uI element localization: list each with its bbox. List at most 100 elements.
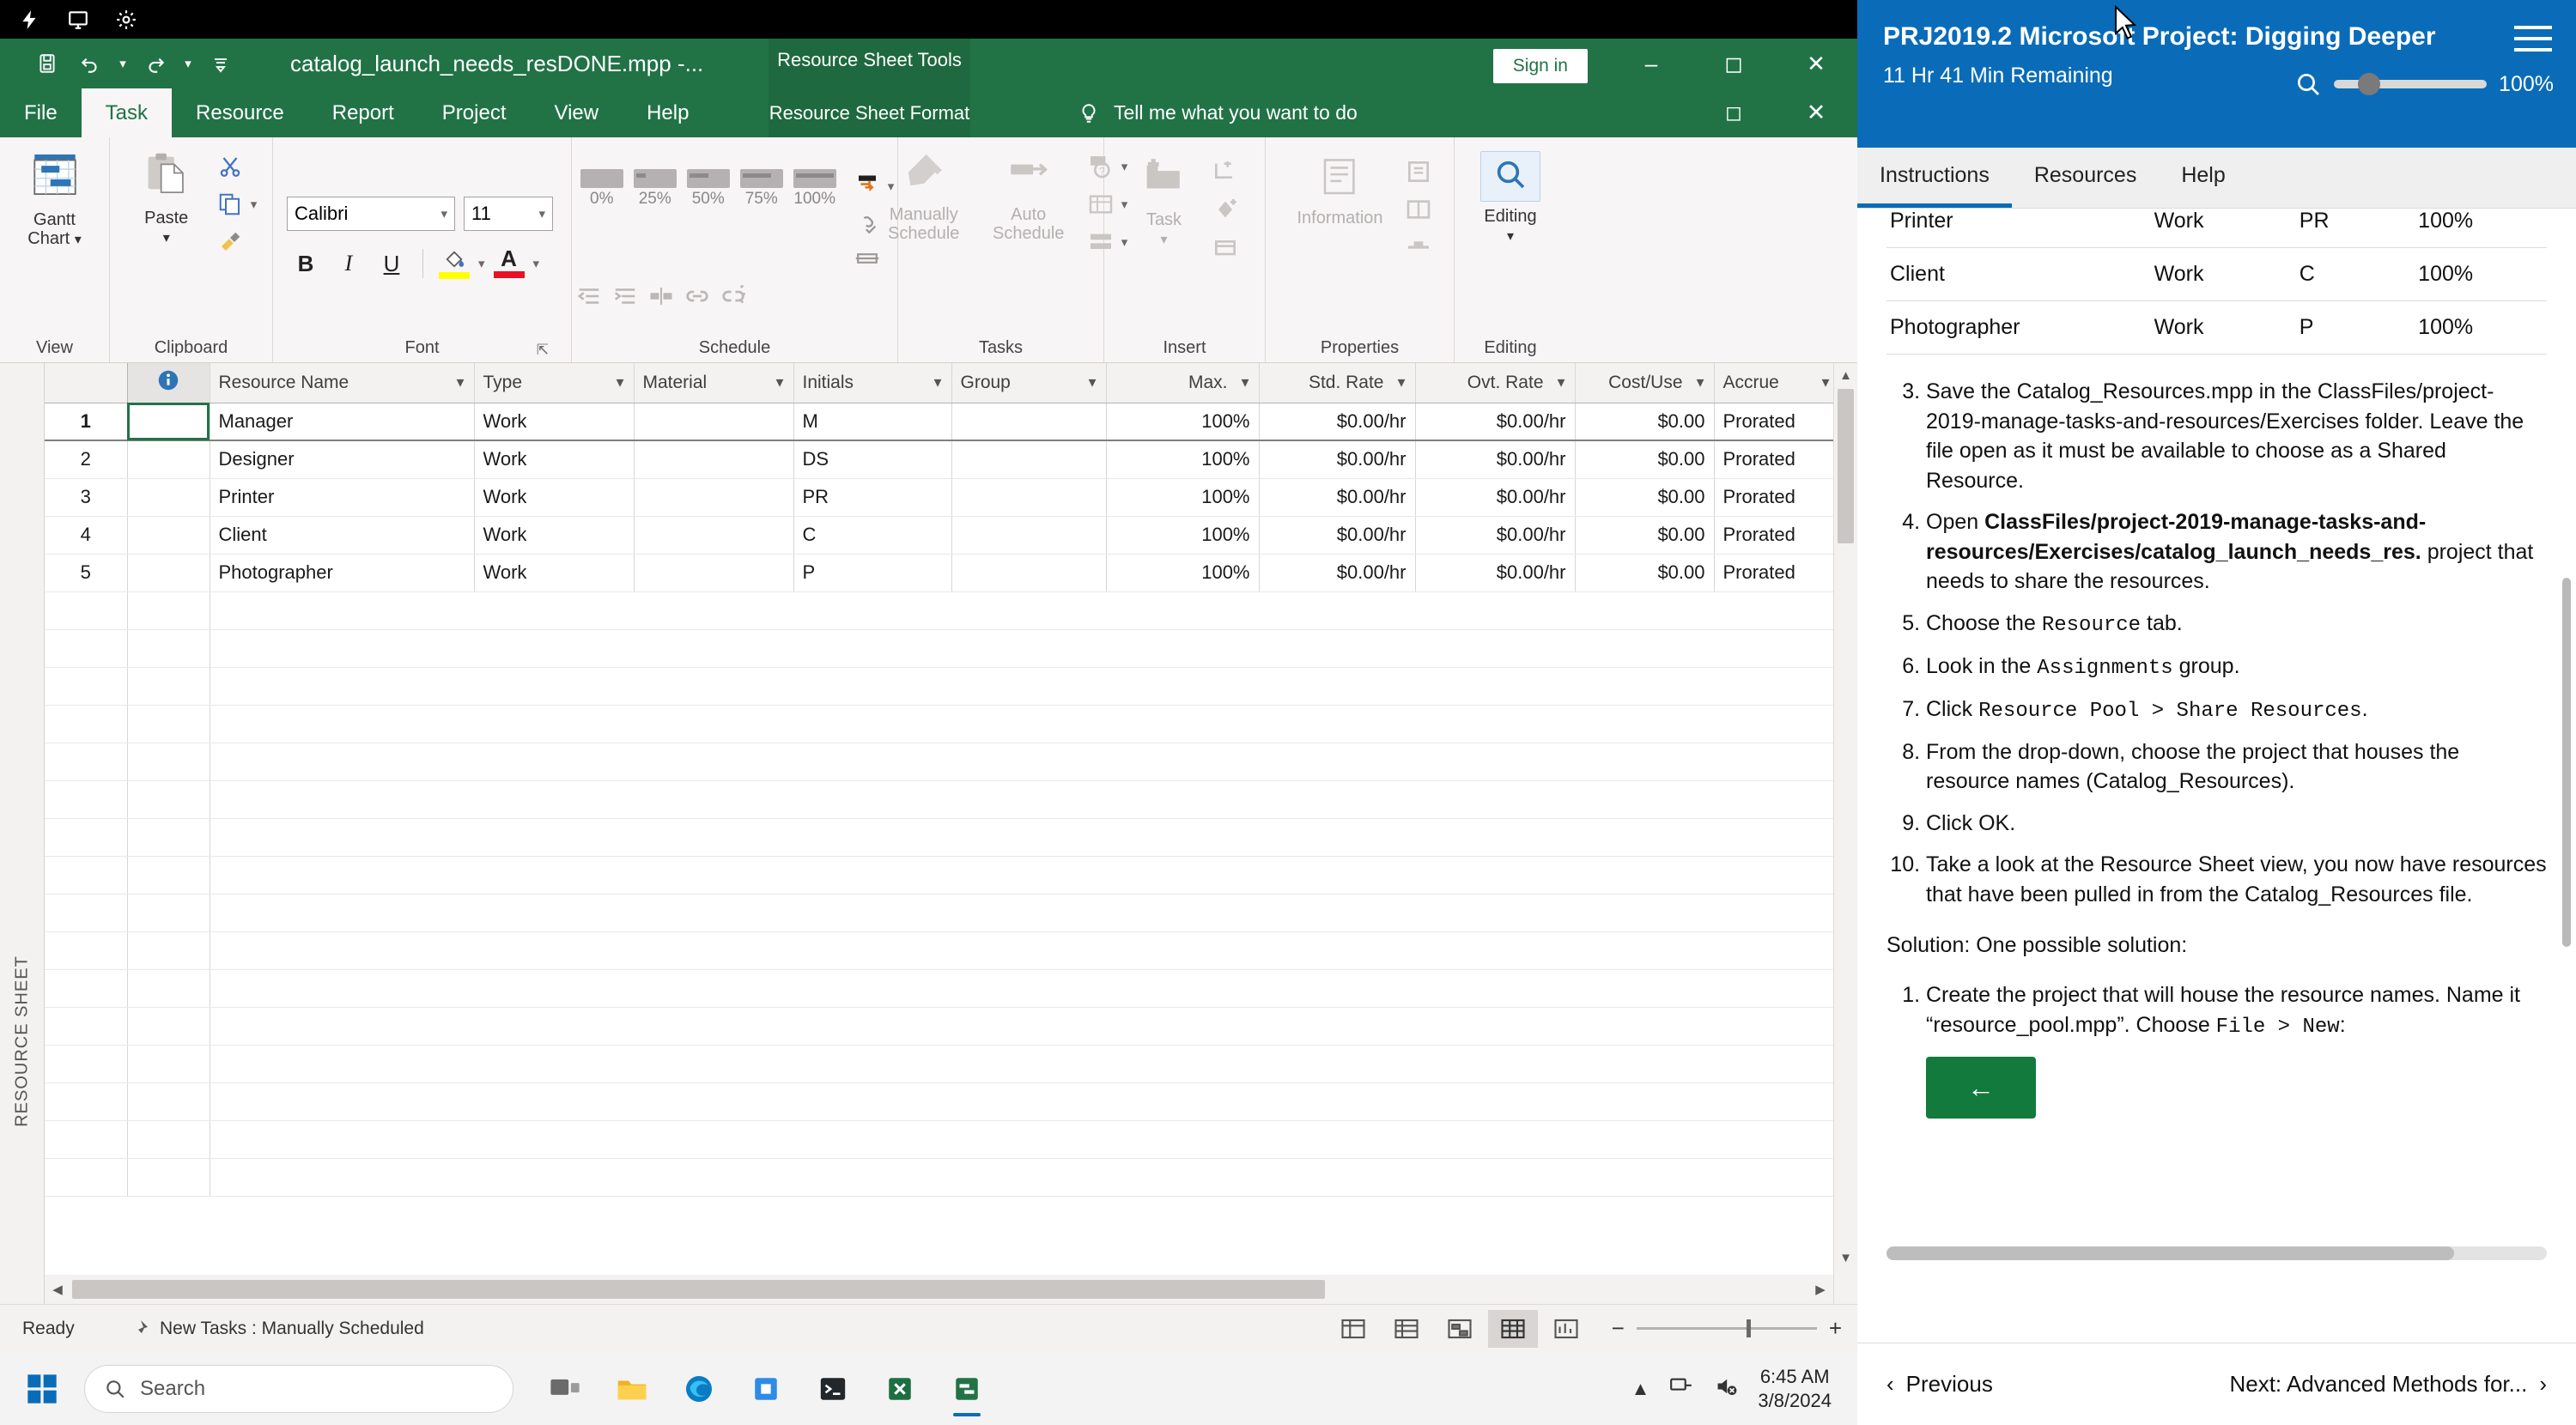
empty-row[interactable] <box>210 931 1833 970</box>
cell-resource-name[interactable]: Client <box>210 516 475 555</box>
filter-icon[interactable]: ▼ <box>774 375 787 390</box>
cell-type[interactable]: Work <box>474 516 635 555</box>
add-to-timeline-icon[interactable] <box>1401 230 1436 264</box>
table-row-empty[interactable] <box>45 894 1833 932</box>
empty-row[interactable] <box>210 1007 1833 1046</box>
indicator-cell[interactable] <box>127 1007 210 1046</box>
panel-horizontal-scrollbar[interactable] <box>1886 1246 2547 1260</box>
panel-zoom-control[interactable]: 100% <box>2294 70 2554 98</box>
row-number[interactable] <box>45 818 128 857</box>
table-row[interactable]: 1 Manager Work M 100% $0.00/hr $0.00/hr … <box>45 403 1833 441</box>
table-row-empty[interactable] <box>45 705 1833 743</box>
row-number[interactable] <box>45 969 128 1008</box>
cell-initials[interactable]: DS <box>793 440 952 479</box>
redo-icon[interactable] <box>136 45 175 82</box>
table-row-empty[interactable] <box>45 629 1833 668</box>
row-number[interactable] <box>45 856 128 894</box>
row-number[interactable] <box>45 1007 128 1046</box>
chevron-down-icon[interactable]: ▾ <box>538 206 545 221</box>
chevron-down-icon[interactable]: ▾ <box>440 206 447 221</box>
empty-row[interactable] <box>210 818 1833 857</box>
notes-icon[interactable] <box>1401 155 1436 189</box>
empty-row[interactable] <box>210 969 1833 1008</box>
manually-schedule-button[interactable]: Manually Schedule <box>874 142 974 244</box>
auto-schedule-button[interactable]: Auto Schedule <box>979 142 1078 244</box>
back-arrow-icon[interactable]: ← <box>1926 1056 2036 1119</box>
font-color-button[interactable]: A <box>490 245 528 282</box>
row-number[interactable] <box>45 1082 128 1121</box>
font-name-combo[interactable]: Calibri ▾ <box>287 197 455 231</box>
row-number[interactable] <box>45 1045 128 1083</box>
indicator-cell[interactable] <box>127 780 210 819</box>
table-row-empty[interactable] <box>45 818 1833 857</box>
cell-type[interactable]: Work <box>474 554 635 592</box>
cell-resource-name[interactable]: Photographer <box>210 554 475 592</box>
row-number[interactable]: 5 <box>45 554 128 592</box>
tab-report[interactable]: Report <box>308 88 418 137</box>
indicator-cell[interactable] <box>127 969 210 1008</box>
italic-button[interactable]: I <box>330 245 368 282</box>
cell-accrue[interactable]: Prorated <box>1714 440 1833 479</box>
row-number[interactable] <box>45 705 128 743</box>
zoom-slider[interactable] <box>1636 1319 1817 1337</box>
font-color-dropdown-icon[interactable]: ▾ <box>533 256 540 271</box>
table-row-empty[interactable] <box>45 1120 1833 1159</box>
zoom-in-button[interactable]: + <box>1829 1315 1842 1342</box>
cell-accrue[interactable]: Prorated <box>1714 554 1833 592</box>
scroll-down-icon[interactable]: ▼ <box>1834 1246 1857 1270</box>
indicator-cell[interactable] <box>127 516 210 555</box>
indicator-cell[interactable] <box>127 894 210 932</box>
cell-material[interactable] <box>634 516 794 555</box>
chevron-up-icon[interactable]: ▲ <box>1631 1378 1650 1400</box>
table-row-empty[interactable] <box>45 1158 1833 1197</box>
status-new-tasks[interactable]: New Tasks : Manually Scheduled <box>129 1319 424 1339</box>
row-number[interactable]: 3 <box>45 478 128 517</box>
information-button[interactable]: Information <box>1285 148 1396 227</box>
resource-sheet-view-icon[interactable] <box>1487 1309 1538 1348</box>
column-header-resource-name[interactable]: Resource Name ▼ <box>210 363 475 403</box>
undo-dropdown-icon[interactable]: ▾ <box>113 45 132 82</box>
sign-in-button[interactable]: Sign in <box>1492 49 1588 83</box>
cell-material[interactable] <box>634 478 794 517</box>
ribbon-display-options-icon[interactable]: ◻ <box>1692 88 1775 137</box>
row-number[interactable] <box>45 629 128 668</box>
table-row-empty[interactable] <box>45 1007 1833 1046</box>
table-row[interactable]: 4 Client Work C 100% $0.00/hr $0.00/hr $… <box>45 516 1833 555</box>
cell-initials[interactable]: P <box>793 554 952 592</box>
horizontal-scrollbar[interactable]: ◀ ▶ <box>45 1275 1833 1304</box>
empty-row[interactable] <box>210 705 1833 743</box>
file-explorer-icon[interactable] <box>605 1361 659 1416</box>
empty-row[interactable] <box>210 1045 1833 1083</box>
column-header-max[interactable]: Max. ▼ <box>1106 363 1260 403</box>
ribbon-close-icon[interactable]: ✕ <box>1775 88 1857 137</box>
cell-ovt-rate[interactable]: $0.00/hr <box>1415 478 1576 517</box>
network-icon[interactable] <box>1668 1375 1694 1402</box>
underline-button[interactable]: U <box>373 245 410 282</box>
cell-resource-name[interactable]: Printer <box>210 478 475 517</box>
table-row-empty[interactable] <box>45 1045 1833 1083</box>
empty-row[interactable] <box>210 667 1833 706</box>
scroll-left-icon[interactable]: ◀ <box>45 1276 70 1302</box>
font-size-combo[interactable]: 11 ▾ <box>464 197 553 231</box>
column-header-material[interactable]: Material ▼ <box>634 363 794 403</box>
format-painter-icon[interactable] <box>213 225 247 259</box>
tab-instructions[interactable]: Instructions <box>1857 148 2012 208</box>
summary-task-icon[interactable] <box>1208 155 1242 189</box>
filter-icon[interactable]: ▼ <box>1694 375 1707 390</box>
filter-icon[interactable]: ▼ <box>1239 375 1252 390</box>
cell-std-rate[interactable]: $0.00/hr <box>1259 516 1416 555</box>
row-number[interactable] <box>45 894 128 932</box>
menu-icon[interactable] <box>2514 26 2552 59</box>
row-number[interactable] <box>45 743 128 781</box>
gantt-chart-button[interactable]: Gantt Chart ▾ <box>5 142 105 249</box>
cell-initials[interactable]: C <box>793 516 952 555</box>
cell-max[interactable]: 100% <box>1106 516 1260 555</box>
cell-cost-use[interactable]: $0.00 <box>1575 440 1715 479</box>
row-number[interactable] <box>45 780 128 819</box>
gear-icon[interactable] <box>115 9 137 31</box>
empty-row[interactable] <box>210 1158 1833 1197</box>
panel-zoom-thumb[interactable] <box>2358 73 2381 95</box>
row-number[interactable]: 1 <box>45 403 128 441</box>
indicators-column-header[interactable] <box>127 363 210 403</box>
cell-std-rate[interactable]: $0.00/hr <box>1259 440 1416 479</box>
